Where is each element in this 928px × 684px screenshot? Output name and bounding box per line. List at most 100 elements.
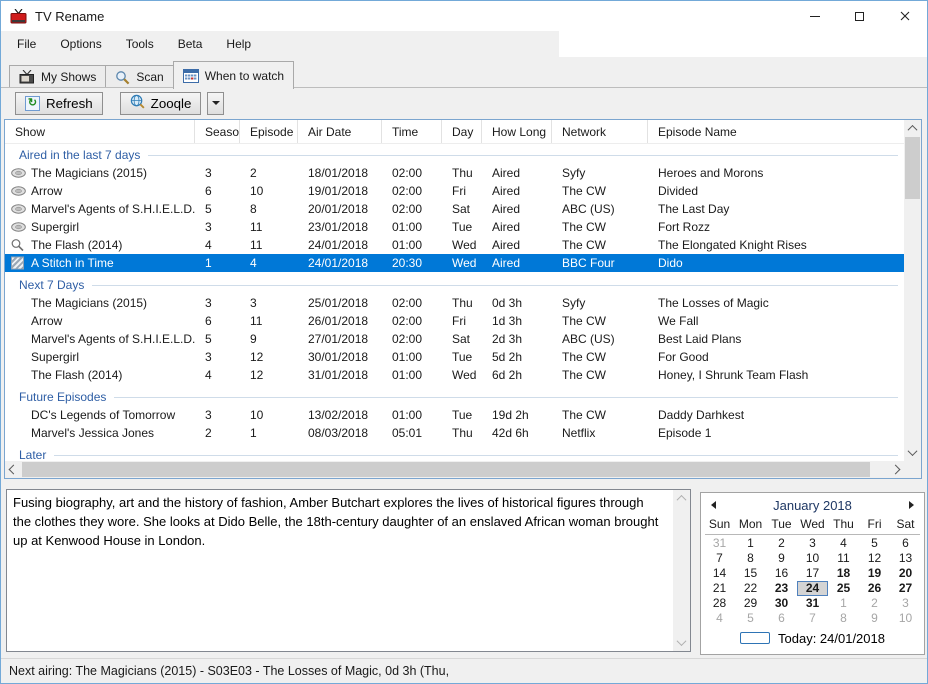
cell-how_long: Aired: [482, 184, 552, 198]
calendar-day[interactable]: 29: [735, 596, 766, 611]
column-header-episode-name[interactable]: Episode Name: [648, 120, 904, 143]
scroll-up-button[interactable]: [904, 120, 921, 137]
table-row[interactable]: Marvel's Agents of S.H.I.E.L.D.5927/01/2…: [5, 330, 904, 348]
calendar-day[interactable]: 21: [704, 581, 735, 596]
calendar-day[interactable]: 1: [735, 536, 766, 551]
menu-item-options[interactable]: Options: [48, 31, 113, 57]
calendar-day[interactable]: 7: [797, 611, 828, 626]
calendar-day[interactable]: 9: [859, 611, 890, 626]
calendar-selected-day[interactable]: 24: [797, 581, 828, 596]
maximize-button[interactable]: [837, 1, 882, 31]
calendar-day[interactable]: 2: [766, 536, 797, 551]
scroll-right-button[interactable]: [887, 461, 904, 478]
table-row[interactable]: Marvel's Jessica Jones2108/03/201805:01T…: [5, 424, 904, 442]
table-row[interactable]: Supergirl31230/01/201801:00Tue5d 2hThe C…: [5, 348, 904, 366]
horizontal-scroll-thumb[interactable]: [22, 462, 870, 477]
horizontal-scrollbar[interactable]: [5, 461, 904, 478]
table-row[interactable]: A Stitch in Time1424/01/201820:30WedAire…: [5, 254, 904, 272]
tab-my-shows[interactable]: My Shows: [9, 65, 106, 88]
table-row[interactable]: Arrow61126/01/201802:00Fri1d 3hThe CWWe …: [5, 312, 904, 330]
column-header-how-long[interactable]: How Long: [482, 120, 552, 143]
calendar-day[interactable]: 27: [890, 581, 921, 596]
calendar-day[interactable]: 4: [828, 536, 859, 551]
cell-episode: 11: [240, 238, 298, 252]
table-row[interactable]: The Magicians (2015)3325/01/201802:00Thu…: [5, 294, 904, 312]
calendar-day[interactable]: 15: [735, 566, 766, 581]
calendar-day[interactable]: 30: [766, 596, 797, 611]
cell-episode: 11: [240, 314, 298, 328]
calendar-day[interactable]: 14: [704, 566, 735, 581]
calendar-day[interactable]: 16: [766, 566, 797, 581]
column-header-show[interactable]: Show: [5, 120, 195, 143]
table-row[interactable]: Marvel's Agents of S.H.I.E.L.D.5820/01/2…: [5, 200, 904, 218]
calendar-day[interactable]: 9: [766, 551, 797, 566]
tab-when-to-watch[interactable]: When to watch: [173, 61, 294, 89]
table-row[interactable]: The Flash (2014)41231/01/201801:00Wed6d …: [5, 366, 904, 384]
episode-description-box[interactable]: Fusing biography, art and the history of…: [6, 489, 691, 652]
close-button[interactable]: [882, 1, 927, 31]
vertical-scroll-thumb[interactable]: [905, 137, 920, 199]
refresh-icon: ↻: [25, 96, 40, 111]
calendar-day[interactable]: 22: [735, 581, 766, 596]
today-indicator-box[interactable]: [740, 632, 770, 644]
menu-item-tools[interactable]: Tools: [114, 31, 166, 57]
calendar-day[interactable]: 31: [704, 536, 735, 551]
calendar-day[interactable]: 23: [766, 581, 797, 596]
calendar-day[interactable]: 18: [828, 566, 859, 581]
zooqle-button[interactable]: Zooqle: [120, 92, 202, 115]
calendar-day[interactable]: 25: [828, 581, 859, 596]
scroll-down-button[interactable]: [904, 444, 921, 461]
column-header-time[interactable]: Time: [382, 120, 442, 143]
calendar-day[interactable]: 7: [704, 551, 735, 566]
scroll-up-button[interactable]: [673, 490, 690, 507]
calendar-day[interactable]: 10: [890, 611, 921, 626]
calendar-day[interactable]: 31: [797, 596, 828, 611]
calendar-day[interactable]: 20: [890, 566, 921, 581]
calendar-day[interactable]: 4: [704, 611, 735, 626]
cell-episode: 11: [240, 220, 298, 234]
column-header-episode[interactable]: Episode: [240, 120, 298, 143]
column-header-air-date[interactable]: Air Date: [298, 120, 382, 143]
calendar-day[interactable]: 12: [859, 551, 890, 566]
refresh-button[interactable]: ↻ Refresh: [15, 92, 103, 115]
calendar-day[interactable]: 3: [797, 536, 828, 551]
calendar-day[interactable]: 6: [890, 536, 921, 551]
minimize-button[interactable]: [792, 1, 837, 31]
calendar-day[interactable]: 6: [766, 611, 797, 626]
menu-item-help[interactable]: Help: [214, 31, 263, 57]
calendar-day[interactable]: 13: [890, 551, 921, 566]
column-header-season[interactable]: Season: [195, 120, 240, 143]
calendar-day[interactable]: 10: [797, 551, 828, 566]
column-header-network[interactable]: Network: [552, 120, 648, 143]
calendar-day[interactable]: 5: [859, 536, 890, 551]
table-row[interactable]: The Magicians (2015)3218/01/201802:00Thu…: [5, 164, 904, 182]
calendar-day[interactable]: 8: [828, 611, 859, 626]
calendar-day[interactable]: 8: [735, 551, 766, 566]
vertical-scrollbar[interactable]: [904, 120, 921, 461]
calendar-day[interactable]: 28: [704, 596, 735, 611]
calendar-day[interactable]: 2: [859, 596, 890, 611]
calendar-day[interactable]: 3: [890, 596, 921, 611]
scroll-left-button[interactable]: [5, 461, 22, 478]
table-row[interactable]: Supergirl31123/01/201801:00TueAiredThe C…: [5, 218, 904, 236]
cell-how_long: 5d 2h: [482, 350, 552, 364]
zooqle-dropdown-button[interactable]: [207, 92, 224, 115]
table-row[interactable]: The Flash (2014)41124/01/201801:00WedAir…: [5, 236, 904, 254]
calendar-day[interactable]: 11: [828, 551, 859, 566]
tab-scan[interactable]: Scan: [105, 65, 173, 88]
table-row[interactable]: Arrow61019/01/201802:00FriAiredThe CWDiv…: [5, 182, 904, 200]
scroll-down-button[interactable]: [673, 634, 690, 651]
column-header-day[interactable]: Day: [442, 120, 482, 143]
calendar-day[interactable]: 5: [735, 611, 766, 626]
cell-air_date: 31/01/2018: [298, 368, 382, 382]
calendar-day[interactable]: 26: [859, 581, 890, 596]
menu-item-beta[interactable]: Beta: [166, 31, 215, 57]
calendar-day[interactable]: 17: [797, 566, 828, 581]
calendar-day[interactable]: 1: [828, 596, 859, 611]
today-label[interactable]: Today: 24/01/2018: [778, 631, 885, 646]
description-scrollbar[interactable]: [673, 490, 690, 651]
menu-item-file[interactable]: File: [5, 31, 48, 57]
calendar-day[interactable]: 19: [859, 566, 890, 581]
table-row[interactable]: DC's Legends of Tomorrow31013/02/201801:…: [5, 406, 904, 424]
next-month-button[interactable]: [909, 501, 914, 509]
